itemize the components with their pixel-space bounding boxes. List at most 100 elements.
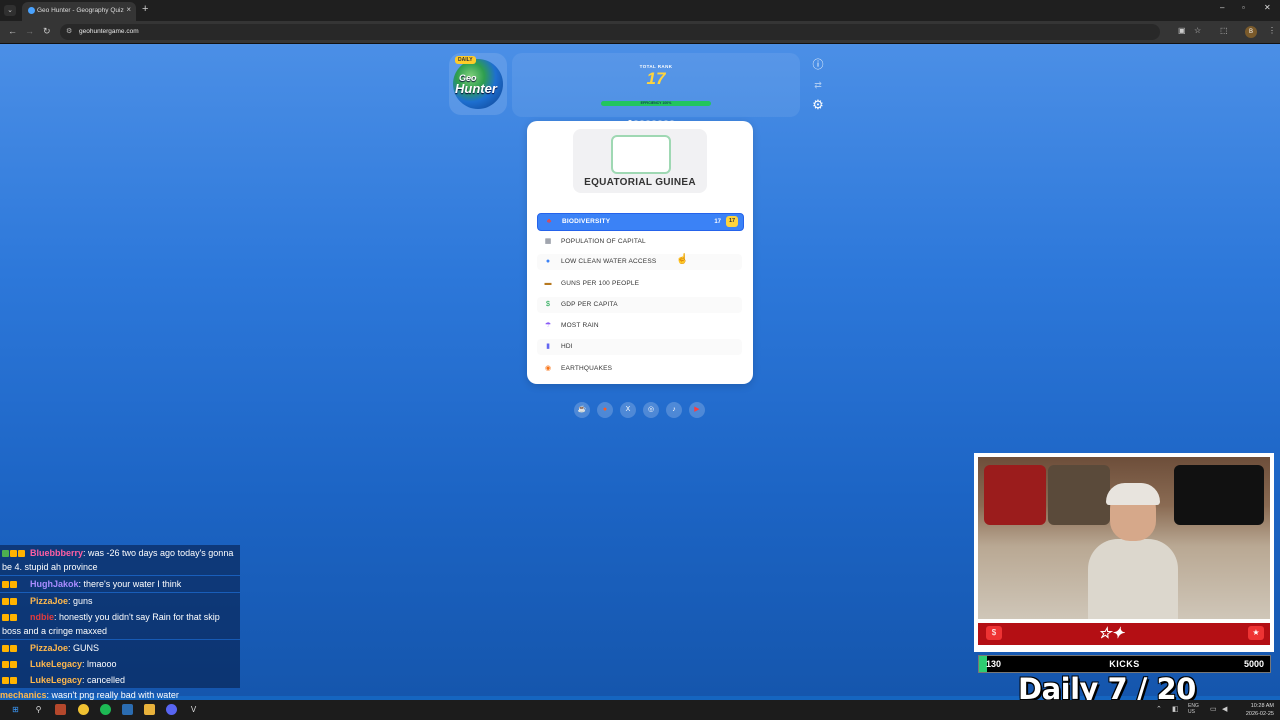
- site-info-icon[interactable]: ⚙: [66, 27, 72, 35]
- address-bar[interactable]: ⚙ geohuntergame.com: [60, 24, 1160, 40]
- tab-close-icon[interactable]: ×: [126, 5, 131, 14]
- back-button[interactable]: ←: [8, 26, 17, 36]
- category-label: GDP PER CAPITA: [561, 301, 618, 308]
- category-option[interactable]: $ GDP PER CAPITA: [537, 297, 742, 313]
- tray-expand-icon[interactable]: ⌃: [1156, 705, 1162, 713]
- streamer-body: [1088, 539, 1178, 619]
- start-icon[interactable]: ⊞: [10, 704, 21, 715]
- efficiency-bar: EFFICIENCY 100%: [601, 101, 711, 106]
- browser-menu-icon[interactable]: ⋮: [1268, 26, 1276, 35]
- language-indicator[interactable]: ENG US: [1188, 703, 1202, 715]
- tab-favicon-icon: [28, 7, 35, 14]
- chat-text: : wasn't png really bad with water: [46, 690, 179, 700]
- minimize-button[interactable]: –: [1220, 3, 1224, 12]
- x-icon[interactable]: X: [620, 402, 636, 418]
- tiktok-icon[interactable]: ♪: [666, 402, 682, 418]
- instagram-icon[interactable]: ◎: [643, 402, 659, 418]
- chat-badges-icon: [2, 610, 30, 624]
- kicks-goal: 5000: [1243, 659, 1264, 669]
- webcam-overlay: $ ☆✦ ★: [974, 453, 1274, 652]
- install-app-icon[interactable]: ▣: [1178, 26, 1186, 35]
- category-option[interactable]: ◉ EARTHQUAKES: [537, 361, 742, 377]
- chrome-icon[interactable]: [78, 704, 89, 715]
- earthquake-icon: ◉: [544, 365, 552, 372]
- game-card: EQUATORIAL GUINEA ♣ BIODIVERSITY 17 17 ▦ POPU…: [527, 121, 753, 384]
- category-option[interactable]: ● LOW CLEAN WATER ACCESS: [537, 254, 742, 270]
- streamer-cap: [1106, 483, 1160, 505]
- app-icon[interactable]: [55, 704, 66, 715]
- extensions-icon[interactable]: ⬚: [1220, 26, 1228, 35]
- swap-icon[interactable]: ⇄: [810, 77, 826, 93]
- reload-button[interactable]: ↻: [43, 26, 51, 37]
- geo-hunter-logo[interactable]: DAILY Geo Hunter: [449, 53, 507, 115]
- rank-panel: TOTAL RANK 17 EFFICIENCY 100%: [512, 53, 800, 124]
- spotify-icon[interactable]: [100, 704, 111, 715]
- bookmark-star-icon[interactable]: ☆: [1194, 26, 1201, 35]
- chat-badges-icon: [2, 577, 30, 591]
- category-option[interactable]: ♣ BIODIVERSITY 17 17: [537, 213, 744, 231]
- country-flag: [611, 135, 671, 174]
- money-icon: $: [546, 301, 550, 308]
- category-rank-badge: 17: [726, 216, 738, 227]
- chat-message: PizzaJoe: guns: [0, 593, 240, 609]
- webcam-feed: [978, 457, 1270, 619]
- chat-message: ndbie: honestly you didn't say Rain for …: [0, 609, 240, 639]
- chat-badges-icon: [2, 673, 30, 687]
- chat-badges-icon: [2, 594, 30, 608]
- chat-username: LukeLegacy: [30, 659, 83, 669]
- new-tab-button[interactable]: +: [142, 3, 148, 15]
- building-icon: ▦: [544, 238, 552, 245]
- chat-text: : there's your water I think: [78, 579, 182, 589]
- rain-icon: ☂: [544, 322, 552, 329]
- forward-button[interactable]: →: [25, 26, 34, 36]
- taskbar-clock[interactable]: 10:28 AM 2026-02-25: [1238, 702, 1274, 718]
- close-window-button[interactable]: ✕: [1264, 3, 1271, 12]
- category-label: POPULATION OF CAPITAL: [561, 238, 646, 245]
- url-text[interactable]: geohuntergame.com: [79, 28, 139, 35]
- category-option[interactable]: ▦ POPULATION OF CAPITAL: [537, 234, 742, 250]
- search-icon[interactable]: ⚲: [33, 704, 44, 715]
- chat-message: Bluebbberry: was -26 two days ago today'…: [0, 545, 240, 575]
- youtube-icon[interactable]: ▶: [689, 402, 705, 418]
- kicks-label: KICKS: [1109, 659, 1140, 669]
- folder-icon[interactable]: [144, 704, 155, 715]
- chat-text: : lmaooo: [82, 659, 117, 669]
- chat-username: ndbie: [30, 612, 54, 622]
- gun-icon: ▬: [544, 280, 552, 287]
- chat-username: PizzaJoe: [30, 596, 69, 606]
- total-rank-value: 17: [646, 69, 666, 88]
- settings-gear-icon[interactable]: ⚙: [810, 97, 826, 113]
- category-label: BIODIVERSITY: [562, 218, 611, 225]
- round-progress-dots: [628, 111, 688, 124]
- browser-tab[interactable]: Geo Hunter - Geography Quiz ×: [22, 2, 136, 21]
- streamer-figure: [1088, 483, 1178, 619]
- app-icon[interactable]: V: [188, 704, 199, 715]
- tray-app-icon[interactable]: ◧: [1172, 705, 1179, 713]
- volume-icon[interactable]: ◀: [1222, 705, 1227, 713]
- app-icon[interactable]: [122, 704, 133, 715]
- clock-time: 10:28 AM: [1250, 703, 1274, 709]
- windows-taskbar: ⊞ ⚲ V ⌃ ◧ ENG US ▭ ◀ 10:28 AM 2026-02-25: [0, 700, 1280, 720]
- country-display: EQUATORIAL GUINEA: [573, 129, 707, 193]
- category-option[interactable]: ▬ GUNS PER 100 PEOPLE: [537, 276, 742, 292]
- logo-text-hunter: Hunter: [455, 81, 497, 96]
- tab-search-button[interactable]: ⌄: [4, 5, 16, 16]
- category-option[interactable]: ☂ MOST RAIN: [537, 318, 742, 334]
- star-badge-icon: ★: [1248, 626, 1264, 640]
- coffee-icon[interactable]: ☕: [574, 402, 590, 418]
- category-label: GUNS PER 100 PEOPLE: [561, 280, 640, 287]
- info-icon[interactable]: ⓘ: [810, 57, 826, 73]
- discord-icon[interactable]: [166, 704, 177, 715]
- network-icon[interactable]: ▭: [1210, 705, 1217, 713]
- maximize-button[interactable]: ▫: [1242, 3, 1245, 12]
- profile-avatar[interactable]: B: [1245, 26, 1257, 38]
- category-option[interactable]: ▮ HDI: [537, 339, 742, 355]
- browser-tabstrip: ⌄ Geo Hunter - Geography Quiz × + – ▫ ✕: [0, 0, 1280, 21]
- chat-badges-icon: [2, 641, 30, 655]
- chat-badges-icon: [2, 546, 30, 560]
- efficiency-label: EFFICIENCY 100%: [640, 101, 672, 105]
- reddit-icon[interactable]: ●: [597, 402, 613, 418]
- chat-username: PizzaJoe: [30, 643, 69, 653]
- chat-message: LukeLegacy: lmaooo: [0, 656, 240, 672]
- webcam-brand-strip: $ ☆✦ ★: [978, 623, 1270, 645]
